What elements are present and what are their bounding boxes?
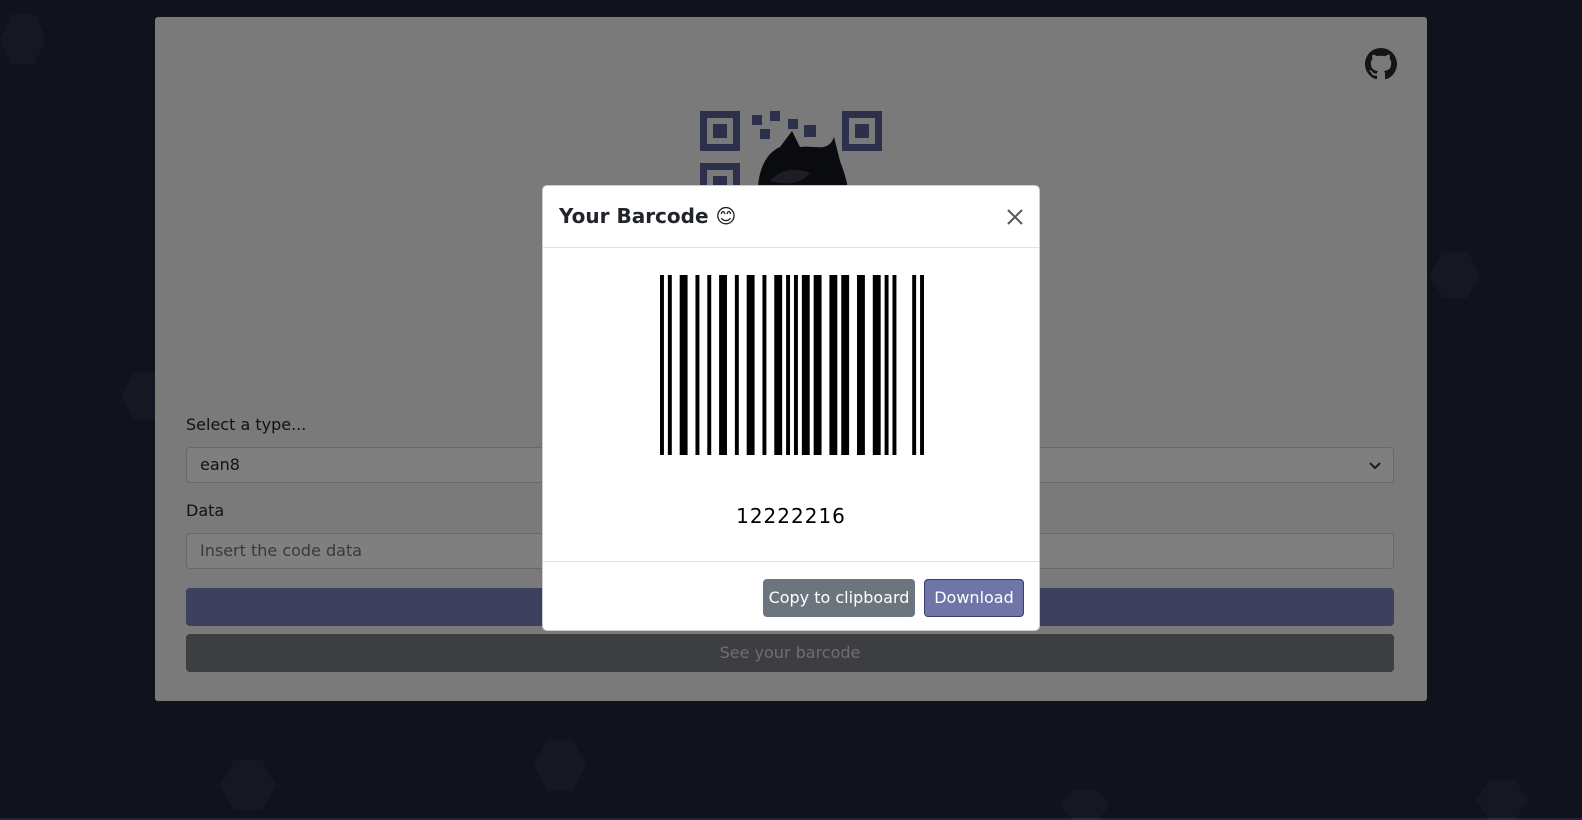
- barcode-bar: [857, 275, 865, 455]
- copy-to-clipboard-button[interactable]: Copy to clipboard: [763, 579, 915, 617]
- close-icon[interactable]: [1005, 207, 1025, 227]
- barcode-bar: [695, 275, 700, 455]
- barcode-modal: Your Barcode 😊 12222216 Copy to clipboar…: [542, 185, 1040, 631]
- download-button[interactable]: Download: [924, 579, 1024, 617]
- barcode-bar: [707, 275, 712, 455]
- barcode-bar: [786, 275, 791, 455]
- barcode-bar: [719, 275, 727, 455]
- barcode-image: [660, 275, 924, 455]
- barcode-bar: [746, 275, 755, 455]
- barcode-value: 12222216: [736, 504, 846, 528]
- modal-title: Your Barcode 😊: [559, 204, 737, 228]
- barcode-bar: [872, 275, 881, 455]
- barcode-bar: [774, 275, 783, 455]
- barcode-bar: [912, 275, 917, 455]
- modal-header: Your Barcode 😊: [543, 186, 1039, 248]
- barcode-bar: [667, 275, 672, 455]
- barcode-bar: [660, 275, 664, 455]
- barcode-bar: [920, 275, 924, 455]
- barcode-bar: [734, 275, 739, 455]
- barcode-bar: [679, 275, 688, 455]
- barcode-bar: [813, 275, 822, 455]
- barcode-bar: [884, 275, 889, 455]
- barcode-bar: [829, 275, 838, 455]
- barcode-bar: [762, 275, 767, 455]
- barcode-bar: [892, 275, 897, 455]
- modal-footer: Copy to clipboard Download: [543, 561, 1039, 630]
- barcode-bar: [793, 275, 798, 455]
- barcode-bar: [841, 275, 850, 455]
- barcode-bar: [801, 275, 810, 455]
